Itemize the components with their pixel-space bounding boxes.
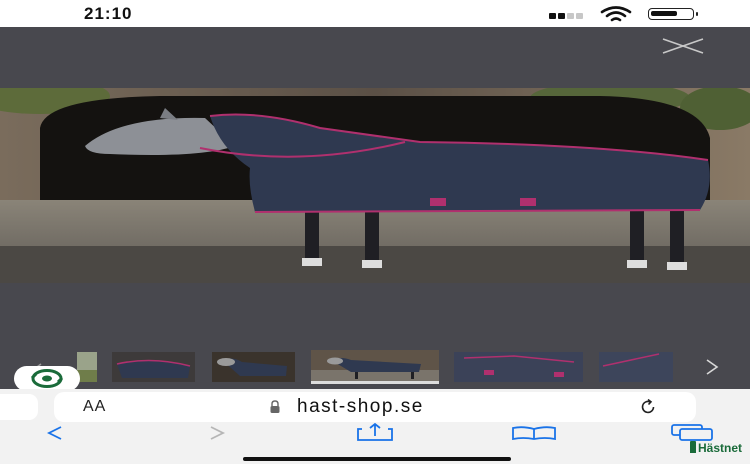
previous-tab-pill[interactable] [0, 394, 38, 420]
close-icon[interactable] [660, 37, 706, 55]
reload-icon[interactable] [639, 398, 657, 416]
thumbnail-strip [0, 350, 750, 385]
thumbnail-3[interactable] [212, 352, 295, 382]
thumbnail-4-selected[interactable] [311, 350, 439, 384]
address-bar[interactable]: AA hast-shop.se [54, 392, 696, 422]
browser-toolbar: Hästnet [0, 422, 750, 464]
thumbnail-2[interactable] [112, 352, 195, 382]
url-text[interactable]: hast-shop.se [297, 396, 424, 418]
brand-watermark: Hästnet [690, 441, 742, 455]
back-icon[interactable] [45, 425, 65, 446]
product-photo[interactable] [0, 88, 750, 283]
shop-logo-badge[interactable] [14, 366, 80, 391]
thumbnail-5[interactable] [454, 352, 583, 382]
image-viewer [0, 27, 750, 395]
wifi-icon [600, 6, 632, 22]
share-icon[interactable] [356, 422, 394, 446]
forward-icon[interactable] [207, 425, 227, 446]
address-bar-row: AA hast-shop.se [0, 389, 750, 425]
lock-icon [268, 400, 282, 414]
thumbnail-6[interactable] [599, 352, 673, 382]
chevron-right-icon[interactable] [704, 357, 720, 377]
status-time: 21:10 [84, 4, 133, 23]
bookmarks-icon[interactable] [511, 426, 557, 445]
thumbnail-1[interactable] [77, 352, 97, 382]
battery-icon [648, 8, 698, 20]
home-indicator [243, 457, 511, 461]
text-size-button[interactable]: AA [83, 398, 106, 416]
cellular-signal-icon [549, 10, 587, 19]
status-bar: 21:10 [0, 0, 750, 27]
